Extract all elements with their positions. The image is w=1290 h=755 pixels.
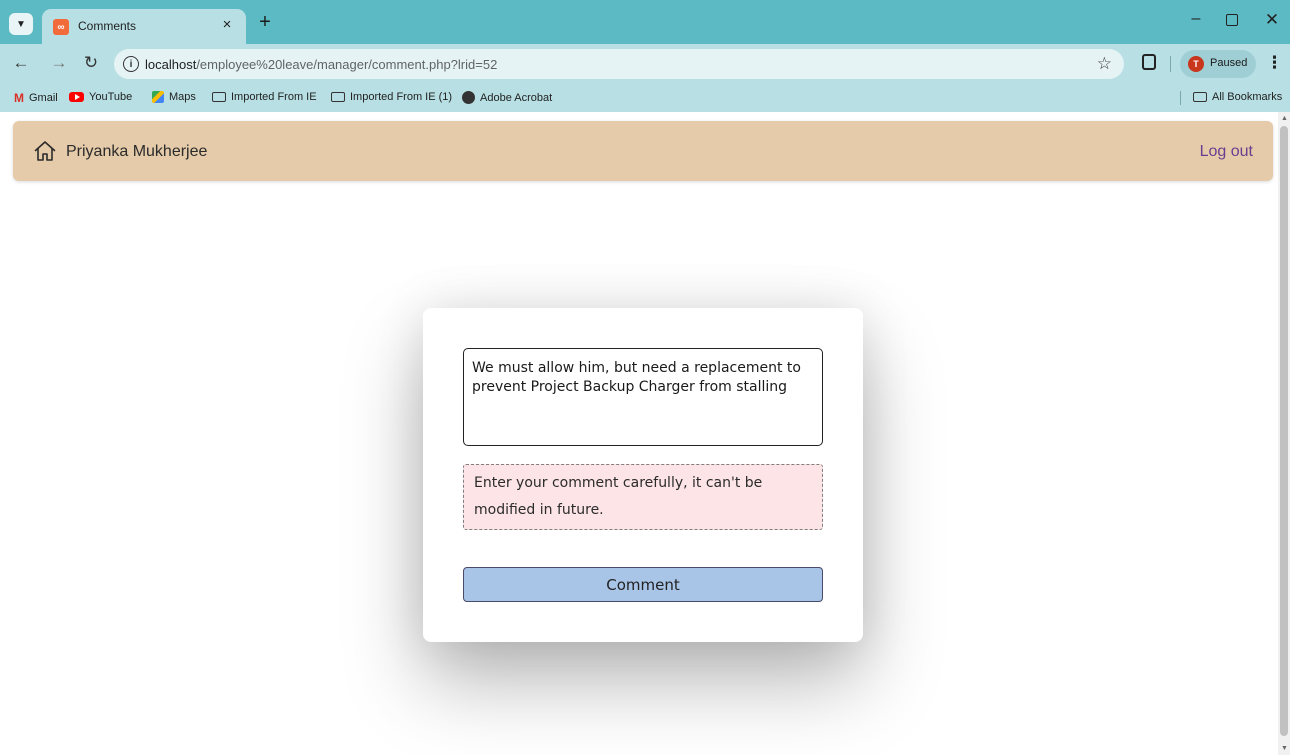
close-tab-icon[interactable]: × <box>217 16 237 33</box>
window-close-icon[interactable]: ✕ <box>1262 10 1282 30</box>
bookmark-label: All Bookmarks <box>1212 91 1283 103</box>
bookmarks-divider <box>1180 91 1181 105</box>
scroll-thumb[interactable] <box>1280 126 1288 736</box>
bookmark-label: Imported From IE <box>231 91 317 103</box>
bookmark-label: Maps <box>169 91 196 103</box>
bookmark-adobe-acrobat[interactable]: Adobe Acrobat <box>462 91 552 104</box>
folder-icon <box>212 92 226 102</box>
logout-link[interactable]: Log out <box>1200 143 1253 161</box>
reload-icon[interactable]: ↻ <box>80 53 102 73</box>
bookmark-imported-ie-1[interactable]: Imported From IE (1) <box>331 91 452 103</box>
youtube-icon <box>69 92 84 102</box>
app-navbar: Priyanka Mukherjee Log out <box>13 121 1273 181</box>
all-bookmarks[interactable]: All Bookmarks <box>1193 91 1282 103</box>
extensions-icon[interactable] <box>1142 54 1156 70</box>
forward-arrow-icon[interactable]: → <box>48 53 70 73</box>
browser-tab-active[interactable]: ∞ Comments × <box>42 9 246 44</box>
chevron-down-icon: ▼ <box>16 18 26 30</box>
gmail-icon: M <box>14 91 24 105</box>
comment-button[interactable]: Comment <box>463 567 823 602</box>
folder-icon <box>1193 92 1207 102</box>
warning-notice: Enter your comment carefully, it can't b… <box>463 464 823 530</box>
tab-strip: ▼ ∞ Comments × + – ✕ <box>0 0 1290 44</box>
url-path: /employee%20leave/manager/comment.php?lr… <box>196 57 498 72</box>
profile-status: Paused <box>1210 57 1248 69</box>
back-arrow-icon[interactable]: ← <box>10 53 32 73</box>
url-text: localhost/employee%20leave/manager/comme… <box>145 57 497 72</box>
folder-icon <box>331 92 345 102</box>
bookmark-star-icon[interactable]: ☆ <box>1097 54 1112 74</box>
xampp-favicon-icon: ∞ <box>53 19 69 35</box>
more-menu-icon[interactable]: ⋮ <box>1266 53 1283 73</box>
tab-title: Comments <box>78 19 137 33</box>
page-content: Priyanka Mukherjee Log out We must allow… <box>0 112 1290 755</box>
address-bar[interactable]: i localhost/employee%20leave/manager/com… <box>114 49 1124 79</box>
bookmarks-bar: M Gmail YouTube Maps Imported From IE Imp… <box>0 84 1290 112</box>
profile-button[interactable]: T Paused <box>1180 50 1256 78</box>
bookmark-label: Adobe Acrobat <box>480 91 553 104</box>
avatar: T <box>1188 56 1204 72</box>
bookmark-label: Imported From IE (1) <box>350 91 453 103</box>
home-icon[interactable] <box>33 139 57 163</box>
new-tab-button[interactable]: + <box>254 11 276 34</box>
comment-textarea[interactable]: We must allow him, but need a replacemen… <box>463 348 823 446</box>
browser-toolbar: ← → ↻ i localhost/employee%20leave/manag… <box>0 44 1290 84</box>
bookmark-label: YouTube <box>89 91 133 103</box>
site-info-icon[interactable]: i <box>123 56 139 72</box>
globe-icon <box>462 91 475 104</box>
bookmark-youtube[interactable]: YouTube <box>69 91 132 103</box>
minimize-icon[interactable]: – <box>1186 10 1206 28</box>
scroll-down-icon[interactable]: ▼ <box>1281 745 1288 752</box>
bookmark-maps[interactable]: Maps <box>152 91 196 103</box>
user-name: Priyanka Mukherjee <box>66 143 208 160</box>
maps-icon <box>152 91 164 103</box>
tab-search-button[interactable]: ▼ <box>9 13 33 35</box>
toolbar-divider <box>1170 56 1171 72</box>
url-host: localhost <box>145 57 197 72</box>
maximize-icon[interactable] <box>1226 14 1238 26</box>
bookmark-imported-ie[interactable]: Imported From IE <box>212 91 317 103</box>
comment-card: We must allow him, but need a replacemen… <box>423 308 863 642</box>
scroll-up-icon[interactable]: ▲ <box>1281 115 1288 122</box>
bookmark-label: Gmail <box>29 92 58 104</box>
bookmark-gmail[interactable]: M Gmail <box>14 91 58 105</box>
page-scrollbar[interactable]: ▲ ▼ <box>1278 112 1290 755</box>
